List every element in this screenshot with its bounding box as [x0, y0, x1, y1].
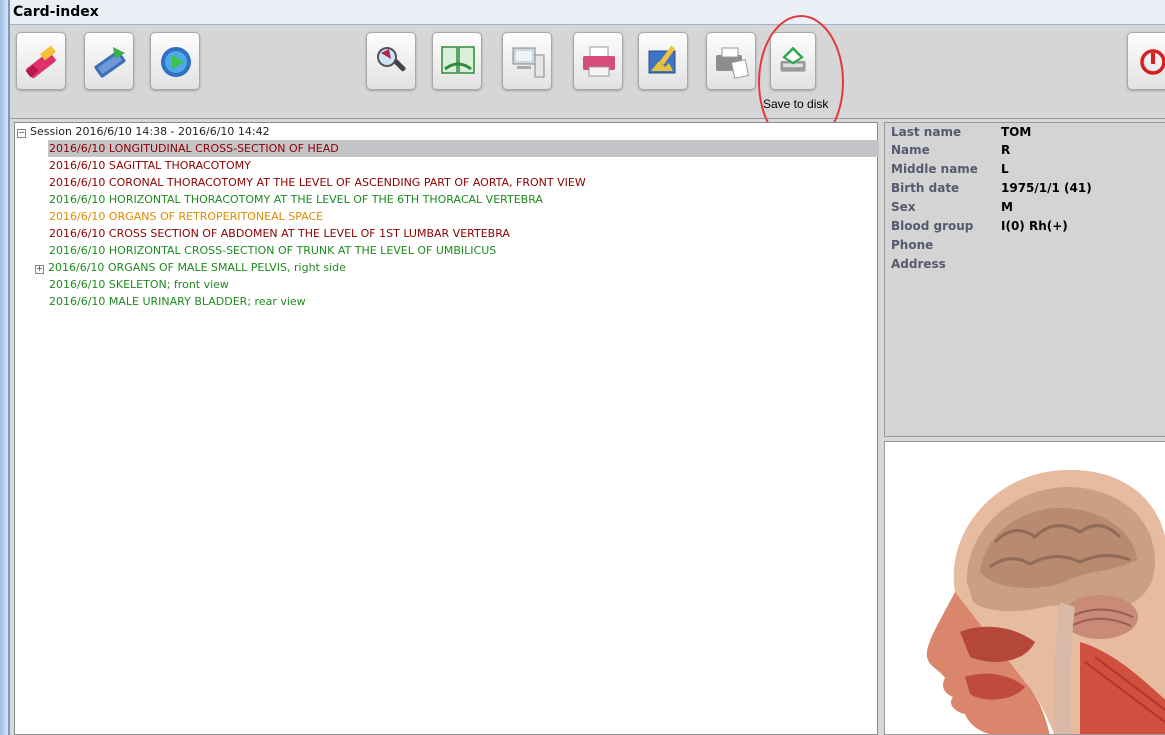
- pencil-eraser-icon: [25, 45, 56, 79]
- tree-item-label: 2016/6/10 SAGITTAL THORACOTOMY: [49, 159, 251, 172]
- toolbar: [10, 25, 1165, 119]
- session-label: Session 2016/6/10 14:38 - 2016/6/10 14:4…: [30, 125, 270, 138]
- play-circle-icon: [161, 47, 191, 77]
- tree-item[interactable]: 2016/6/10 SKELETON; front view: [49, 276, 229, 293]
- tree-item[interactable]: 2016/6/10 ORGANS OF RETROPERITONEAL SPAC…: [49, 208, 323, 225]
- blood-group-label: Blood group: [891, 219, 974, 233]
- transfer-button[interactable]: [84, 32, 134, 90]
- tree-item-label: 2016/6/10 CORONAL THORACOTOMY AT THE LEV…: [49, 176, 586, 189]
- power-icon: [1140, 49, 1165, 75]
- sex-label: Sex: [891, 200, 916, 214]
- tree-item-label: 2016/6/10 ORGANS OF RETROPERITONEAL SPAC…: [49, 210, 324, 223]
- print-button[interactable]: [573, 32, 623, 90]
- tree-item[interactable]: 2016/6/10 CROSS SECTION OF ABDOMEN AT TH…: [49, 225, 510, 242]
- printer-icon: [583, 46, 615, 77]
- window-title: Card-index: [13, 4, 99, 20]
- tree-item-label: 2016/6/10 CROSS SECTION OF ABDOMEN AT TH…: [49, 227, 510, 240]
- image-button[interactable]: [638, 32, 688, 90]
- computer-icon: [512, 47, 545, 78]
- tree-item[interactable]: 2016/6/10 SAGITTAL THORACOTOMY: [49, 157, 251, 174]
- collapse-icon[interactable]: −: [17, 129, 26, 138]
- anatomy-preview-image: [884, 441, 1165, 735]
- fax-icon: [716, 47, 750, 79]
- tree-item[interactable]: 2016/6/10 HORIZONTAL CROSS-SECTION OF TR…: [49, 242, 496, 259]
- documents-icon: [441, 46, 475, 74]
- tree-item-label: 2016/6/10 ORGANS OF MALE SMALL PELVIS, r…: [48, 261, 346, 274]
- sex-value: M: [1001, 200, 1013, 214]
- address-label: Address: [891, 257, 946, 271]
- tree-item[interactable]: 2016/6/10 LONGITUDINAL CROSS-SECTION OF …: [48, 140, 879, 157]
- name-value: R: [1001, 143, 1011, 157]
- tree-item-label: 2016/6/10 MALE URINARY BLADDER; rear vie…: [49, 295, 306, 308]
- last-name-value: TOM: [1001, 125, 1032, 139]
- birth-date-value: 1975/1/1 (41): [1001, 181, 1092, 195]
- middle-name-value: L: [1001, 162, 1009, 176]
- title-bar: Card-index: [10, 0, 1165, 25]
- fax-button[interactable]: [706, 32, 756, 90]
- tree-item-label: 2016/6/10 HORIZONTAL THORACOTOMY AT THE …: [49, 193, 543, 206]
- tree-item-label: 2016/6/10 LONGITUDINAL CROSS-SECTION OF …: [49, 142, 339, 155]
- session-tree[interactable]: − Session 2016/6/10 14:38 - 2016/6/10 14:…: [14, 122, 879, 735]
- phone-label: Phone: [891, 238, 934, 252]
- tree-item-label: 2016/6/10 SKELETON; front view: [49, 278, 229, 291]
- head-cross-section-illustration: [926, 469, 1165, 734]
- edit-record-button[interactable]: [16, 32, 66, 90]
- birth-date-label: Birth date: [891, 181, 960, 195]
- compare-button[interactable]: [432, 32, 482, 90]
- card-index-window: Card-index Save to disk − Session 2016/6…: [8, 0, 1165, 735]
- tree-item[interactable]: 2016/6/10 HORIZONTAL THORACOTOMY AT THE …: [49, 191, 543, 208]
- desktop-edge: [0, 0, 8, 735]
- exit-button[interactable]: [1127, 32, 1165, 90]
- magnifier-icon: [377, 47, 406, 72]
- name-label: Name: [891, 143, 930, 157]
- transfer-arrows-icon: [94, 47, 126, 78]
- play-button[interactable]: [150, 32, 200, 90]
- tree-item-label: 2016/6/10 HORIZONTAL CROSS-SECTION OF TR…: [49, 244, 497, 257]
- session-node[interactable]: − Session 2016/6/10 14:38 - 2016/6/10 14:…: [17, 123, 270, 140]
- tree-item[interactable]: +2016/6/10 ORGANS OF MALE SMALL PELVIS, …: [35, 259, 346, 276]
- tree-item[interactable]: 2016/6/10 CORONAL THORACOTOMY AT THE LEV…: [49, 174, 586, 191]
- last-name-label: Last name: [891, 125, 962, 139]
- display-button[interactable]: [502, 32, 552, 90]
- expand-icon[interactable]: +: [35, 265, 44, 274]
- tree-item[interactable]: 2016/6/10 MALE URINARY BLADDER; rear vie…: [49, 293, 306, 310]
- patient-info-panel: Last name TOM Name R Middle name L Birth…: [884, 122, 1165, 437]
- middle-name-label: Middle name: [891, 162, 978, 176]
- blood-group-value: I(0) Rh(+): [1001, 219, 1068, 233]
- search-button[interactable]: [366, 32, 416, 90]
- picture-pencil-icon: [648, 45, 676, 74]
